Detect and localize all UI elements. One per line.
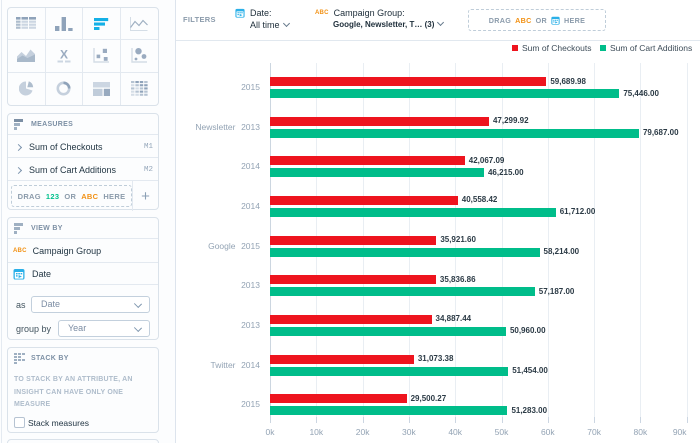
svg-text:X: X [60,49,68,62]
